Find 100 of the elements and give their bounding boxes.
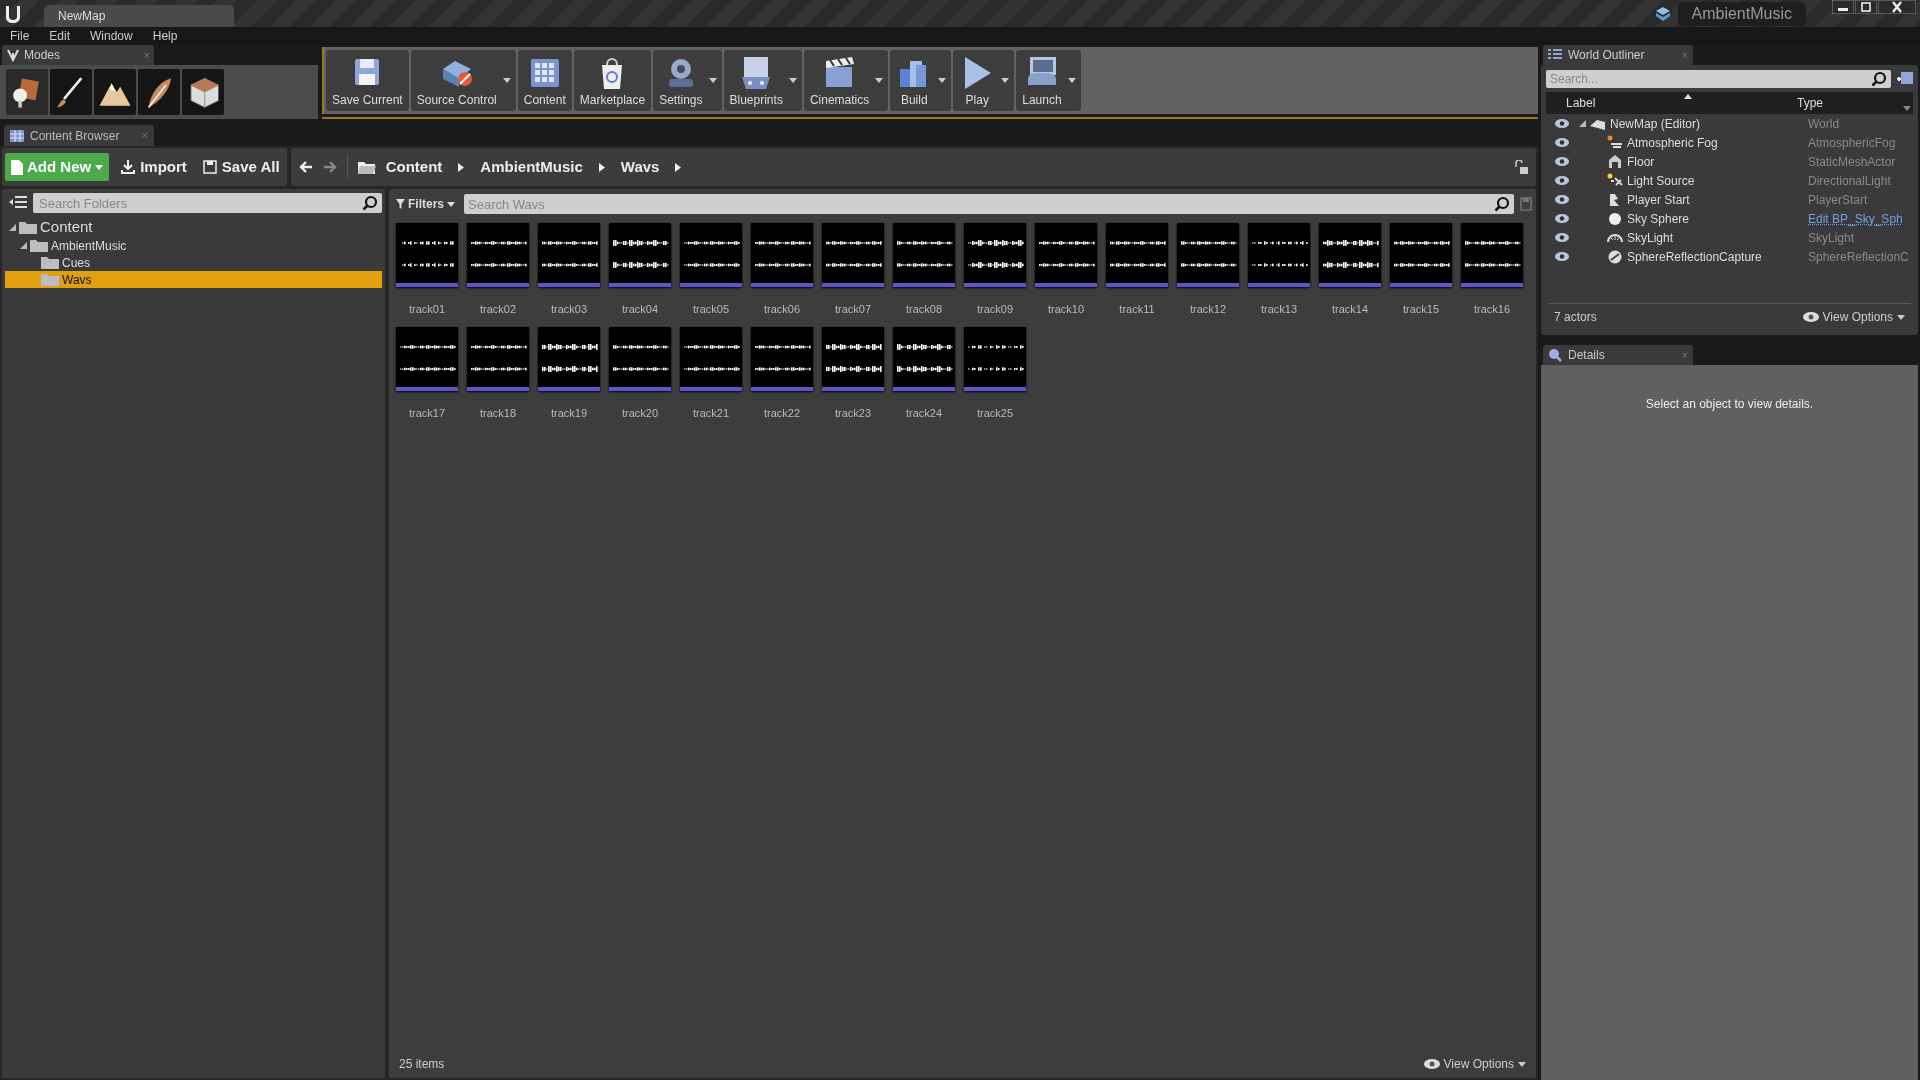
- folder-icon: [41, 256, 59, 269]
- panel-title: Modes: [24, 47, 62, 64]
- dropdown-caret-icon[interactable]: [1001, 78, 1010, 83]
- eye-icon[interactable]: [1555, 214, 1569, 223]
- minimize-icon[interactable]: [1832, 0, 1854, 14]
- add-folder-icon[interactable]: [1897, 72, 1913, 86]
- expanded-arrow-icon[interactable]: [1579, 120, 1586, 127]
- menu-item[interactable]: Edit: [39, 27, 81, 45]
- actor-type: StaticMeshActor: [1808, 154, 1896, 169]
- dropdown-caret-icon[interactable]: [938, 78, 947, 83]
- eye-icon[interactable]: [1555, 233, 1569, 242]
- folder-item[interactable]: Content: [5, 218, 382, 237]
- details-message: Select an object to view details.: [1645, 396, 1814, 411]
- dropdown-caret-icon[interactable]: [875, 78, 884, 83]
- column-header[interactable]: Label: [1546, 94, 1793, 112]
- actor-label[interactable]: Atmospheric Fog: [1627, 133, 1718, 152]
- search-field[interactable]: Search Wavs: [464, 194, 1514, 214]
- panel-title: World Outliner: [1568, 47, 1646, 64]
- list-icon: [1548, 48, 1562, 62]
- project-name: AmbientMusic: [1677, 1, 1806, 26]
- folder-item[interactable]: Cues: [5, 254, 382, 271]
- dropdown-caret-icon[interactable]: [708, 78, 717, 83]
- eye-icon[interactable]: [1555, 119, 1569, 128]
- lock-icon[interactable]: [1514, 160, 1528, 174]
- actor-label[interactable]: SkyLight: [1627, 228, 1674, 247]
- breadcrumb-link[interactable]: AmbientMusic: [480, 155, 583, 179]
- actor-label[interactable]: Light Source: [1627, 171, 1695, 190]
- menu-item[interactable]: File: [0, 27, 40, 45]
- actor-type: SphereReflectionC: [1808, 249, 1909, 264]
- actor-type: World: [1808, 116, 1840, 131]
- actor-label[interactable]: SphereReflectionCapture: [1627, 247, 1762, 266]
- folder-icon: [19, 221, 37, 234]
- search-icon: [1871, 71, 1887, 87]
- actor-type: SkyLight: [1808, 230, 1855, 245]
- expanded-arrow-icon[interactable]: [20, 242, 27, 249]
- toolbar-button[interactable]: Marketplace: [573, 50, 652, 111]
- dropdown-caret-icon[interactable]: [788, 78, 797, 83]
- chevron-icon: [458, 162, 465, 172]
- search-field[interactable]: Search...: [1546, 70, 1891, 88]
- menu-item[interactable]: Window: [80, 27, 143, 45]
- actor-label[interactable]: Floor: [1627, 152, 1655, 171]
- folder-item[interactable]: AmbientMusic: [5, 237, 382, 254]
- chevron-icon: [675, 162, 682, 172]
- import-button[interactable]: Import: [117, 153, 191, 181]
- actor-type: PlayerStart: [1808, 192, 1868, 207]
- dropdown-caret-icon[interactable]: [1067, 78, 1076, 83]
- view-options-button[interactable]: View Options: [1802, 308, 1905, 326]
- search-field[interactable]: Search Folders: [33, 193, 382, 213]
- eye-icon[interactable]: [1555, 252, 1569, 261]
- eye-icon[interactable]: [1555, 157, 1569, 166]
- info-magnifier-icon: [1548, 348, 1562, 362]
- view-options-button[interactable]: View Options: [1423, 1055, 1526, 1073]
- search-icon: [362, 195, 378, 211]
- actor-label[interactable]: Sky Sphere: [1627, 209, 1690, 228]
- caret-icon: [1518, 1061, 1526, 1067]
- mode-button[interactable]: [50, 69, 92, 115]
- grid-icon: [10, 129, 24, 142]
- sphere-icon: [1607, 210, 1623, 227]
- back-arrow-icon[interactable]: [298, 161, 313, 173]
- mode-button[interactable]: [94, 69, 136, 115]
- filter-icon: [396, 199, 405, 209]
- mode-button[interactable]: [6, 69, 48, 115]
- column-header[interactable]: Type: [1793, 94, 1903, 112]
- folder-icon: [357, 160, 376, 174]
- eye-icon[interactable]: [1555, 138, 1569, 147]
- save-all-button[interactable]: Save All: [198, 153, 284, 181]
- document-tab[interactable]: NewMap: [44, 5, 234, 27]
- breadcrumb-link[interactable]: Content: [385, 155, 443, 179]
- eye-icon[interactable]: [1555, 176, 1569, 185]
- filters-button[interactable]: Filters: [393, 195, 458, 213]
- download-icon: [121, 160, 136, 174]
- mode-button[interactable]: [138, 69, 180, 115]
- caret-icon: [447, 201, 455, 207]
- dropdown-caret-icon[interactable]: [502, 78, 511, 83]
- toolbar-button[interactable]: Save Current: [326, 50, 409, 111]
- breadcrumb-link[interactable]: Wavs: [620, 155, 660, 179]
- toolbar-button[interactable]: Content: [517, 50, 572, 111]
- actor-count: 7 actors: [1554, 309, 1598, 326]
- project-icon: [1653, 5, 1672, 22]
- menu-item[interactable]: Help: [142, 27, 188, 45]
- tree-toggle-icon[interactable]: [9, 195, 27, 211]
- folder-icon: [30, 239, 48, 252]
- file-icon: [11, 159, 23, 175]
- sort-ascending-icon: [1684, 94, 1692, 99]
- eye-icon[interactable]: [1555, 195, 1569, 204]
- mode-button[interactable]: [182, 69, 224, 115]
- search-icon: [1494, 196, 1510, 212]
- eye-icon: [1423, 1059, 1440, 1069]
- edit-blueprint-link[interactable]: Edit BP_Sky_Sph: [1808, 211, 1903, 226]
- forward-arrow-icon[interactable]: [322, 161, 337, 173]
- actor-label[interactable]: NewMap (Editor): [1610, 114, 1701, 133]
- folder-item[interactable]: Wavs: [5, 271, 382, 288]
- eye-icon: [1802, 312, 1819, 322]
- panel-title: Content Browser: [30, 127, 121, 145]
- folder-icon: [41, 273, 59, 286]
- actor-label[interactable]: Player Start: [1627, 190, 1690, 209]
- maximize-icon[interactable]: [1855, 0, 1877, 14]
- expanded-arrow-icon[interactable]: [9, 224, 16, 231]
- close-icon[interactable]: [1878, 0, 1916, 14]
- actor-type: DirectionalLight: [1808, 173, 1891, 188]
